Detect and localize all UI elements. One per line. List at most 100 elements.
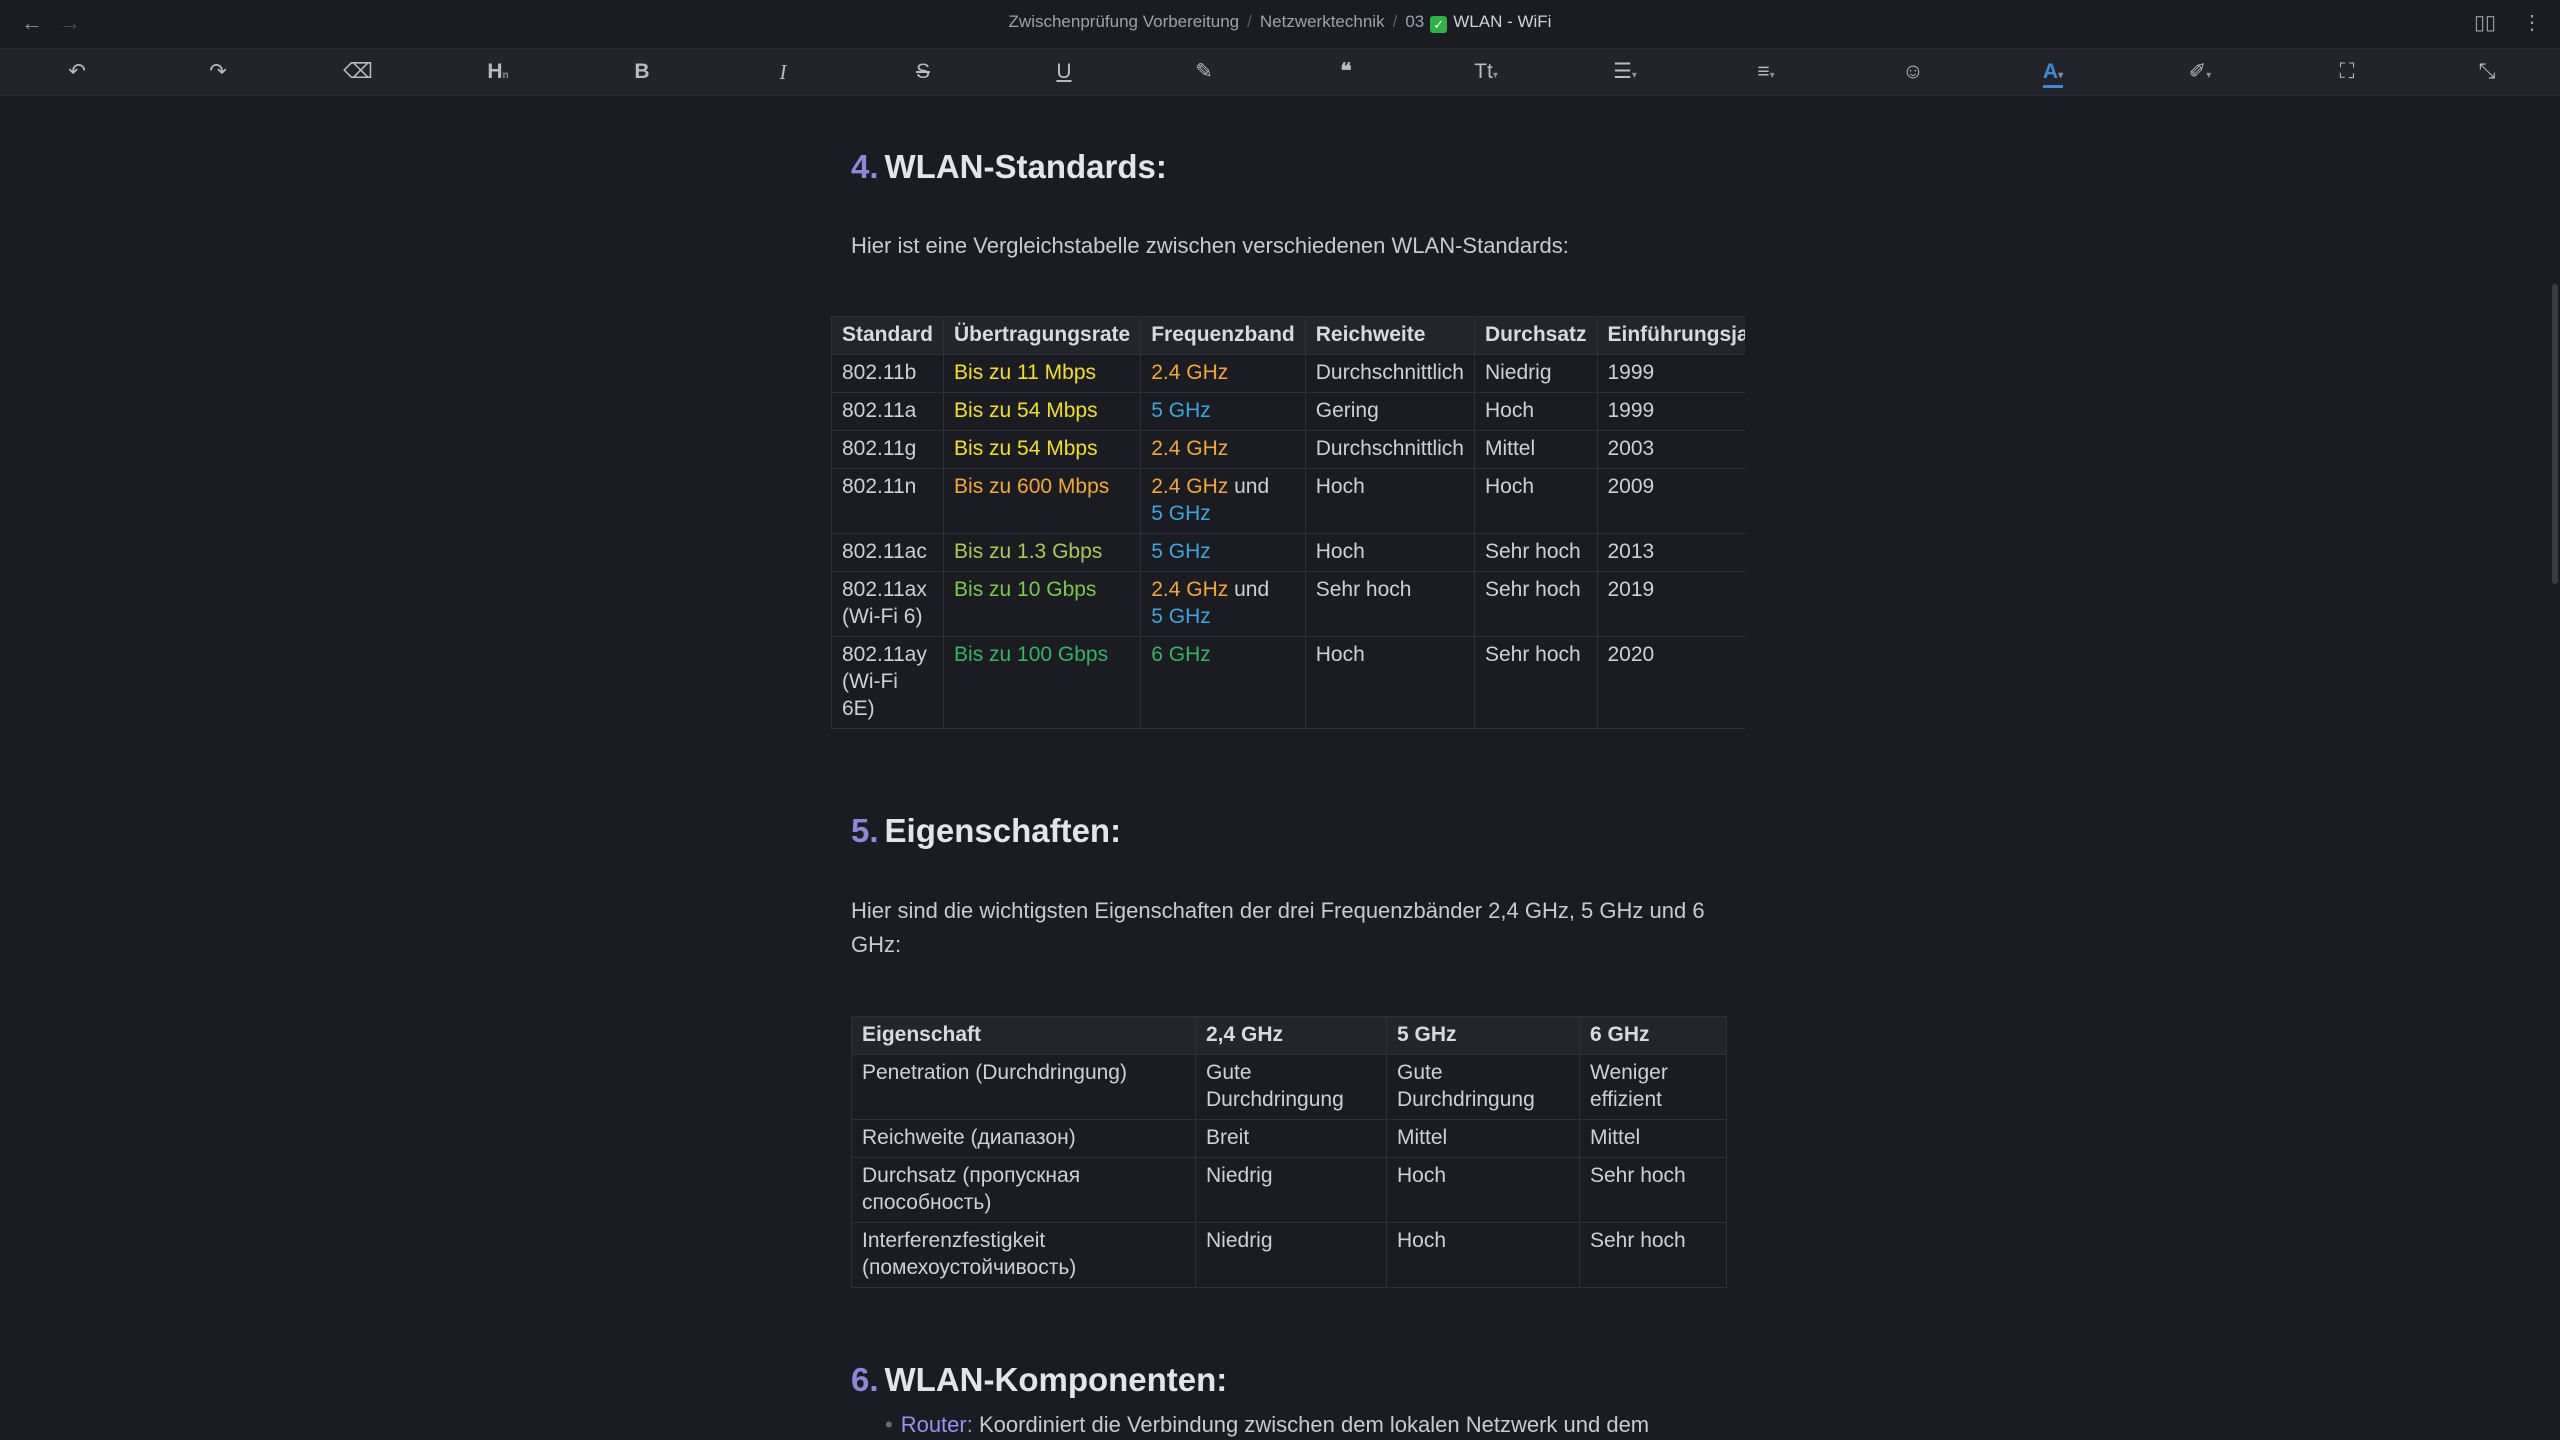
collapse-icon[interactable]: ⤡ xyxy=(2467,57,2507,87)
table-cell: Gering xyxy=(1304,392,1475,431)
redo-icon[interactable]: ↷ xyxy=(198,57,238,87)
table-header-row: Eigenschaft 2,4 GHz 5 GHz 6 GHz xyxy=(851,1016,1727,1055)
table-cell: Bis zu 100 Gbps xyxy=(943,636,1142,729)
table-cell: 802.11n xyxy=(831,468,945,534)
table-cell: Gute Durchdringung xyxy=(1386,1054,1580,1120)
breadcrumb-item[interactable]: 03 xyxy=(1405,12,1424,31)
table-cell: 2020 xyxy=(1596,636,1745,729)
undo-icon[interactable]: ↶ xyxy=(57,57,97,87)
frequency-properties-table: Eigenschaft 2,4 GHz 5 GHz 6 GHz Penetrat… xyxy=(851,1016,1727,1288)
list-item-text: Koordiniert die Verbindung zwischen dem … xyxy=(978,1412,1650,1437)
bold-icon[interactable]: B xyxy=(622,57,662,87)
table-cell: 5 GHz xyxy=(1140,533,1306,572)
band-joiner: und xyxy=(1234,475,1270,498)
more-options-icon[interactable]: ⋮ xyxy=(2522,10,2542,35)
table-header: 5 GHz xyxy=(1386,1016,1580,1055)
table-row: Interferenzfestigkeit (помехоустойчивост… xyxy=(851,1222,1727,1288)
list-icon[interactable]: ☰▾ xyxy=(1605,57,1645,87)
breadcrumb-item[interactable]: Zwischenprüfung Vorbereitung xyxy=(1009,12,1240,31)
table-cell: 802.11ay (Wi-Fi 6E) xyxy=(831,636,945,729)
strikethrough-icon[interactable]: S xyxy=(903,57,943,87)
paragraph: Hier sind die wichtigsten Eigenschaften … xyxy=(851,898,1705,957)
table-cell: 2013 xyxy=(1596,533,1745,572)
table-cell: Niedrig xyxy=(1473,354,1598,393)
note-title: WLAN - WiFi xyxy=(1453,12,1552,31)
fullscreen-icon[interactable]: ⛶ xyxy=(2327,57,2367,87)
table-cell: Mittel xyxy=(1386,1119,1580,1158)
breadcrumb-item[interactable]: Netzwerktechnik xyxy=(1260,12,1385,31)
eraser-icon[interactable]: ⌫ xyxy=(338,57,378,87)
table-row: 802.11n Bis zu 600 Mbps 2.4 GHz und 5 GHz… xyxy=(831,468,1745,534)
table-row: 802.11b Bis zu 11 Mbps 2.4 GHz Durchschn… xyxy=(831,354,1745,393)
bullet-icon: • xyxy=(885,1412,893,1437)
table-cell: Durchschnittlich xyxy=(1304,430,1475,469)
italic-icon[interactable]: I xyxy=(763,57,803,87)
table-cell: Sehr hoch xyxy=(1304,571,1475,637)
list-item: • Router: Koordiniert die Verbindung zwis… xyxy=(885,1410,1649,1440)
table-cell: 802.11b xyxy=(831,354,945,393)
wlan-standards-table: Standard Übertragungsrate Frequenzband R… xyxy=(831,316,1745,729)
title-bar: ← → Zwischenprüfung Vorbereitung / Netzwer… xyxy=(0,0,2560,46)
text-color-icon[interactable]: A▾ xyxy=(2033,57,2073,88)
table-cell: Mittel xyxy=(1473,430,1598,469)
font-size-icon[interactable]: Tt▾ xyxy=(1466,57,1506,87)
background-color-icon[interactable]: ✐▾ xyxy=(2180,57,2220,87)
align-icon[interactable]: ≡▾ xyxy=(1746,57,1786,87)
table-header: Übertragungsrate xyxy=(943,316,1142,355)
paragraph: Hier ist eine Vergleichstabelle zwischen… xyxy=(851,233,1569,258)
table-cell: Sehr hoch xyxy=(1579,1222,1727,1288)
reading-view-icon[interactable]: ▯▯ xyxy=(2474,10,2496,35)
table-row: 802.11a Bis zu 54 Mbps 5 GHz Gering Hoch… xyxy=(831,392,1745,431)
table-cell: 802.11ax (Wi-Fi 6) xyxy=(831,571,945,637)
list-item-label: Router: xyxy=(900,1412,973,1437)
table-cell: 802.11g xyxy=(831,430,945,469)
wlan-standards-table-wrapper[interactable]: Standard Übertragungsrate Frequenzband R… xyxy=(831,316,1745,766)
band-text: 2.4 GHz xyxy=(1151,475,1229,498)
section-heading: 5. Eigenschaften: xyxy=(851,812,1122,849)
table-cell: Hoch xyxy=(1304,533,1475,572)
table-cell: 802.11a xyxy=(831,392,945,431)
table-header: Eigenschaft xyxy=(851,1016,1196,1055)
underline-icon[interactable]: U xyxy=(1044,57,1084,87)
table-row: Durchsatz (пропускная способность) Niedr… xyxy=(851,1157,1727,1223)
table-cell: Hoch xyxy=(1473,392,1598,431)
table-cell: Mittel xyxy=(1579,1119,1727,1158)
table-cell: Bis zu 10 Gbps xyxy=(943,571,1142,637)
emoji-icon[interactable]: ☺ xyxy=(1893,57,1933,87)
table-cell: 2019 xyxy=(1596,571,1745,637)
band-joiner: und xyxy=(1234,578,1270,601)
table-cell: 2.4 GHz und 5 GHz xyxy=(1140,468,1306,534)
table-cell: Sehr hoch xyxy=(1473,533,1598,572)
table-cell: 2.4 GHz xyxy=(1140,354,1306,393)
table-cell: Bis zu 600 Mbps xyxy=(943,468,1142,534)
table-cell: Bis zu 1.3 Gbps xyxy=(943,533,1142,572)
table-cell: 1999 xyxy=(1596,354,1745,393)
table-header: 6 GHz xyxy=(1579,1016,1727,1055)
table-cell: Bis zu 54 Mbps xyxy=(943,392,1142,431)
table-cell: Hoch xyxy=(1386,1157,1580,1223)
table-cell: Hoch xyxy=(1473,468,1598,534)
table-row: Reichweite (диапазон) Breit Mittel Mitte… xyxy=(851,1119,1727,1158)
titlebar-actions: ▯▯ ⋮ xyxy=(2474,10,2542,35)
table-cell: Bis zu 11 Mbps xyxy=(943,354,1142,393)
table-row: 802.11g Bis zu 54 Mbps 2.4 GHz Durchschn… xyxy=(831,430,1745,469)
table-cell: Hoch xyxy=(1386,1222,1580,1288)
table-cell: Niedrig xyxy=(1195,1222,1387,1288)
table-cell: Durchsatz (пропускная способность) xyxy=(851,1157,1196,1223)
band-text: 5 GHz xyxy=(1151,502,1211,525)
table-header: Standard xyxy=(831,316,945,355)
quote-icon[interactable]: ❝ xyxy=(1326,57,1366,87)
highlight-pen-icon[interactable]: ✎ xyxy=(1184,57,1224,87)
table-cell: Sehr hoch xyxy=(1473,571,1598,637)
table-cell: Niedrig xyxy=(1195,1157,1387,1223)
table-cell: Durchschnittlich xyxy=(1304,354,1475,393)
table-cell: 2009 xyxy=(1596,468,1745,534)
table-cell: 1999 xyxy=(1596,392,1745,431)
table-cell: Hoch xyxy=(1304,636,1475,729)
band-text: 5 GHz xyxy=(1151,605,1211,628)
heading-icon[interactable]: Hn xyxy=(478,57,518,87)
breadcrumb: Zwischenprüfung Vorbereitung / Netzwerktec… xyxy=(1008,12,1552,33)
band-text: 2.4 GHz xyxy=(1151,578,1229,601)
scrollbar[interactable] xyxy=(2552,284,2558,584)
table-header: Reichweite xyxy=(1304,316,1475,355)
